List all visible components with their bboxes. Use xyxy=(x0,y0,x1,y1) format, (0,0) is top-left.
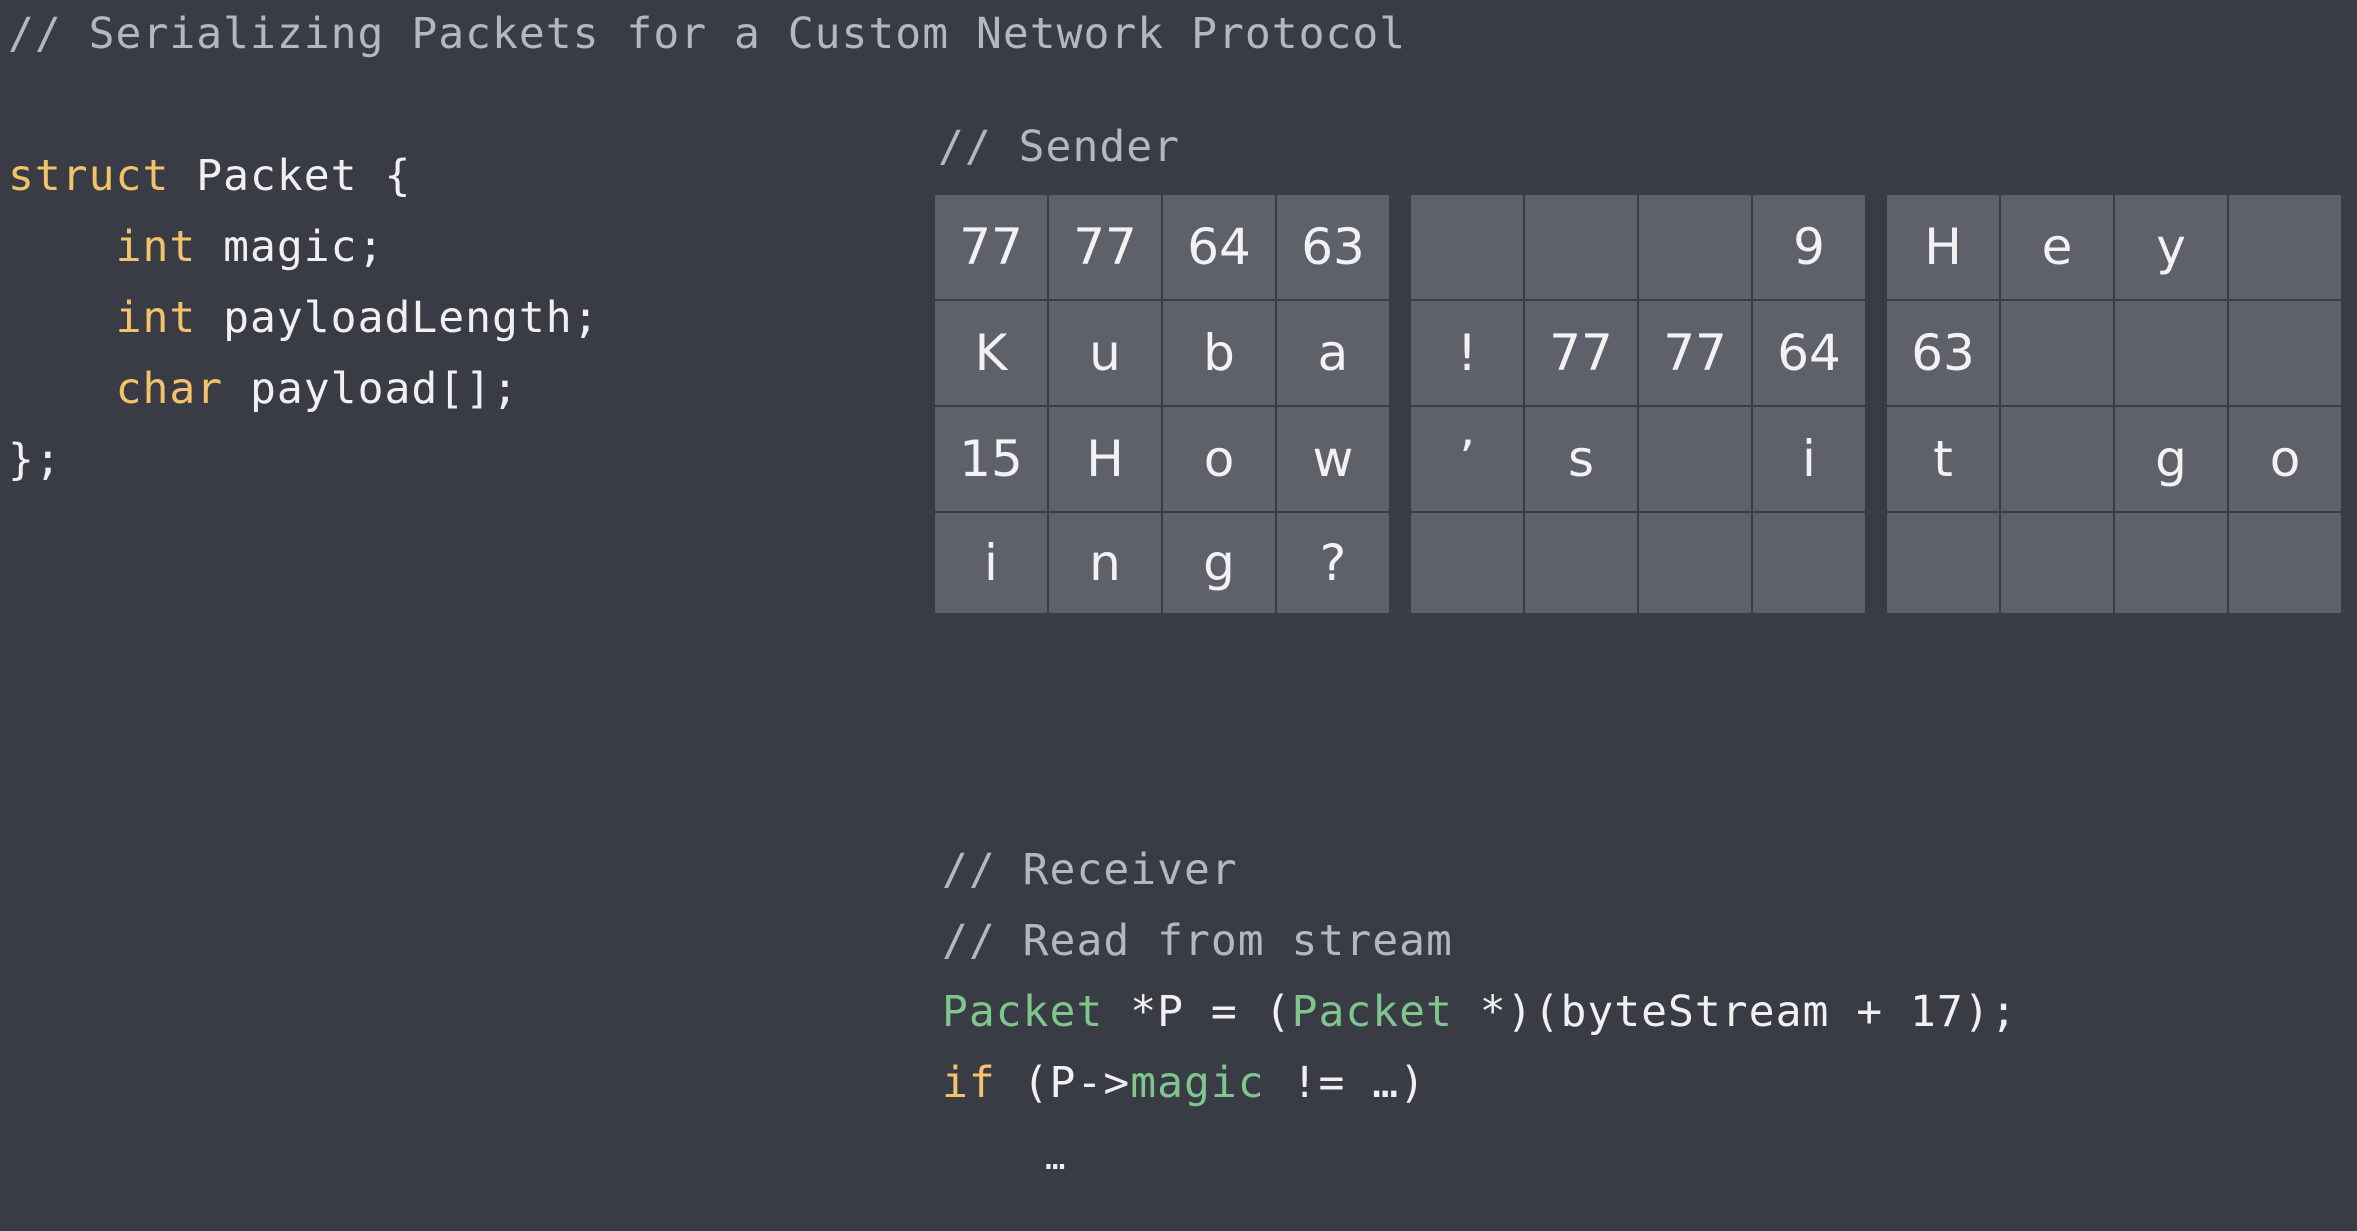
byte-cell xyxy=(2115,301,2227,405)
byte-cell: o xyxy=(1163,407,1275,511)
packet-type: Packet xyxy=(942,987,1104,1037)
byte-cell: 64 xyxy=(1753,301,1865,405)
cast-expression: *)(byteStream + 17); xyxy=(1452,987,2018,1037)
byte-cell: u xyxy=(1049,301,1161,405)
byte-cell: g xyxy=(1163,513,1275,613)
field-payload-length: payloadLength; xyxy=(196,293,600,343)
byte-cell: n xyxy=(1049,513,1161,613)
byte-cell xyxy=(2001,301,2113,405)
byte-cell: w xyxy=(1277,407,1389,511)
byte-cell: H xyxy=(1049,407,1161,511)
byte-cell xyxy=(2229,513,2341,613)
byte-cell: b xyxy=(1163,301,1275,405)
byte-cell xyxy=(2001,407,2113,511)
byte-cell xyxy=(2229,195,2341,299)
receiver-cast-line: Packet *P = (Packet *)(byteStream + 17); xyxy=(942,982,2018,1042)
char-keyword: char xyxy=(115,364,224,414)
struct-line-1: struct Packet { xyxy=(8,146,411,206)
struct-line-3: int payloadLength; xyxy=(8,288,600,348)
byte-cell: o xyxy=(2229,407,2341,511)
int-keyword: int xyxy=(115,293,197,343)
byte-cell: g xyxy=(2115,407,2227,511)
packet-type: Packet xyxy=(1291,987,1453,1037)
sender-block-1: 77 77 64 63 K u b a 15 H o w i n g ? xyxy=(935,195,1389,613)
byte-cell: a xyxy=(1277,301,1389,405)
title-comment: // Serializing Packets for a Custom Netw… xyxy=(8,9,1407,59)
comparison: != …) xyxy=(1264,1058,1427,1108)
int-keyword: int xyxy=(115,222,197,272)
sender-block-3: H e y 63 t g o xyxy=(1887,195,2341,613)
byte-cell: i xyxy=(935,513,1047,613)
byte-cell: y xyxy=(2115,195,2227,299)
byte-cell xyxy=(1411,513,1523,613)
byte-cell: H xyxy=(1887,195,1999,299)
ellipsis: … xyxy=(1045,1138,1067,1178)
byte-cell: 63 xyxy=(1887,301,1999,405)
receiver-comment: // Receiver xyxy=(942,845,1238,895)
byte-cell: t xyxy=(1887,407,1999,511)
byte-cell xyxy=(2229,301,2341,405)
byte-cell: 77 xyxy=(935,195,1047,299)
field-payload: payload[]; xyxy=(223,364,519,414)
byte-cell xyxy=(1639,407,1751,511)
byte-cell: 77 xyxy=(1525,301,1637,405)
byte-cell xyxy=(1525,195,1637,299)
byte-cell: 63 xyxy=(1277,195,1389,299)
byte-cell: 77 xyxy=(1639,301,1751,405)
sender-comment: // Sender xyxy=(938,122,1180,172)
struct-line-2: int magic; xyxy=(8,217,384,277)
byte-cell: K xyxy=(935,301,1047,405)
byte-cell: ! xyxy=(1411,301,1523,405)
pointer-access: (P-> xyxy=(995,1058,1131,1108)
sender-block-2: 9 ! 77 77 64 ’ s i xyxy=(1411,195,1865,613)
struct-line-5: }; xyxy=(8,435,62,485)
struct-line-4: char payload[]; xyxy=(8,359,519,419)
receiver-if-line: if (P->magic != …) xyxy=(942,1053,1426,1113)
struct-keyword: struct xyxy=(8,151,170,201)
byte-cell: ? xyxy=(1277,513,1389,613)
byte-cell: e xyxy=(2001,195,2113,299)
struct-name: Packet { xyxy=(169,151,412,201)
byte-cell xyxy=(2115,513,2227,613)
magic-field: magic xyxy=(1130,1058,1265,1108)
byte-cell: ’ xyxy=(1411,407,1523,511)
byte-cell: 15 xyxy=(935,407,1047,511)
byte-cell xyxy=(1639,513,1751,613)
byte-cell xyxy=(1887,513,1999,613)
if-keyword: if xyxy=(942,1058,996,1108)
byte-cell xyxy=(1525,513,1637,613)
byte-cell xyxy=(1639,195,1751,299)
byte-cell xyxy=(2001,513,2113,613)
field-magic: magic; xyxy=(196,222,385,272)
byte-cell xyxy=(1411,195,1523,299)
pointer-decl: *P = ( xyxy=(1103,987,1292,1037)
byte-cell: i xyxy=(1753,407,1865,511)
byte-cell: s xyxy=(1525,407,1637,511)
byte-cell: 9 xyxy=(1753,195,1865,299)
byte-cell: 64 xyxy=(1163,195,1275,299)
read-stream-comment: // Read from stream xyxy=(942,916,1453,966)
byte-cell xyxy=(1753,513,1865,613)
byte-cell: 77 xyxy=(1049,195,1161,299)
